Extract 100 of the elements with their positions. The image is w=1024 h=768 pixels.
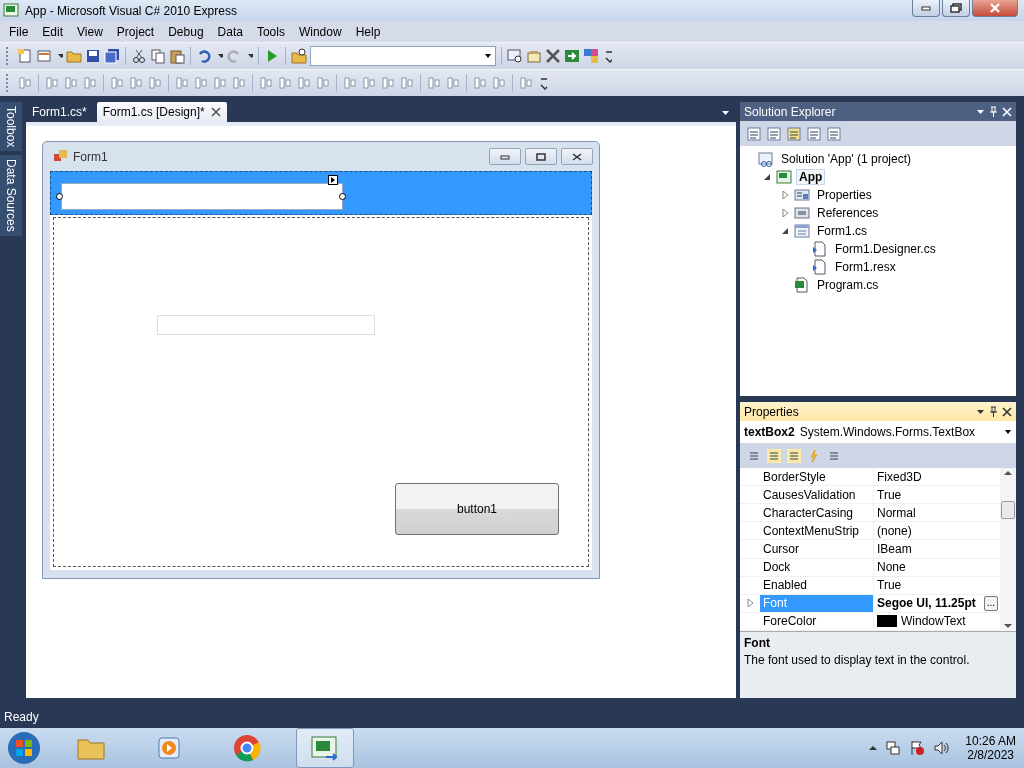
export-icon[interactable] bbox=[564, 48, 580, 64]
speaker-icon[interactable] bbox=[933, 740, 950, 756]
close-button[interactable] bbox=[972, 0, 1018, 17]
menu-item[interactable]: Help bbox=[348, 24, 388, 39]
save-all-icon[interactable] bbox=[104, 48, 120, 64]
align-icon[interactable] bbox=[193, 75, 209, 91]
scroll-down-icon[interactable] bbox=[1004, 623, 1012, 629]
caret-icon[interactable] bbox=[869, 744, 878, 752]
property-value[interactable]: (none) bbox=[877, 523, 912, 538]
menu-item[interactable]: Project bbox=[109, 24, 162, 39]
property-value[interactable]: None bbox=[877, 560, 906, 575]
find-folder-icon[interactable] bbox=[291, 48, 307, 64]
align-icon[interactable] bbox=[44, 75, 60, 91]
property-value[interactable]: IBeam bbox=[877, 542, 912, 556]
scrollbar[interactable] bbox=[1000, 468, 1016, 631]
close-icon[interactable] bbox=[1002, 406, 1012, 417]
property-name[interactable]: BorderStyle bbox=[760, 468, 874, 486]
collapsed-arrow-icon[interactable] bbox=[781, 209, 789, 217]
align-icon[interactable] bbox=[361, 75, 377, 91]
tree-item[interactable]: Form1.resx bbox=[832, 259, 899, 275]
overflow-icon[interactable] bbox=[537, 75, 547, 91]
align-icon[interactable] bbox=[174, 75, 190, 91]
collapsed-arrow-icon[interactable] bbox=[746, 599, 754, 608]
pin-icon[interactable] bbox=[989, 406, 998, 417]
align-icon[interactable] bbox=[426, 75, 442, 91]
clock-date[interactable]: 2/8/2023 bbox=[967, 748, 1014, 762]
side-tab[interactable]: Toolbox bbox=[0, 102, 22, 152]
scroll-thumb[interactable] bbox=[1001, 500, 1015, 519]
property-name[interactable]: ContextMenuStrip bbox=[760, 522, 874, 540]
tree-item[interactable]: App bbox=[796, 169, 826, 185]
menu-item[interactable]: Debug bbox=[161, 24, 211, 39]
align-icon[interactable] bbox=[380, 75, 396, 91]
property-value[interactable]: True bbox=[877, 487, 902, 502]
align-icon[interactable] bbox=[258, 75, 274, 91]
align-icon[interactable] bbox=[296, 75, 312, 91]
property-name[interactable]: CausesValidation bbox=[760, 486, 874, 504]
undo-icon[interactable] bbox=[196, 48, 212, 64]
align-icon[interactable] bbox=[17, 75, 33, 91]
menu-item[interactable]: View bbox=[70, 24, 110, 39]
resize-handle[interactable] bbox=[339, 193, 346, 200]
side-tab[interactable]: Data Sources bbox=[0, 155, 22, 237]
cut-icon[interactable] bbox=[131, 48, 147, 64]
align-icon[interactable] bbox=[399, 75, 415, 91]
ellipsis-button[interactable]: ... bbox=[983, 595, 998, 611]
expanded-arrow-icon[interactable] bbox=[781, 227, 789, 235]
save-icon[interactable] bbox=[85, 48, 101, 64]
property-name[interactable]: CharacterCasing bbox=[760, 504, 874, 522]
property-value[interactable]: Fixed3D bbox=[877, 469, 922, 484]
window-search-icon[interactable] bbox=[507, 48, 523, 64]
menu-item[interactable]: Edit bbox=[35, 24, 71, 39]
menu-item[interactable]: Window bbox=[291, 24, 349, 39]
align-icon[interactable] bbox=[277, 75, 293, 91]
dropdown-icon[interactable] bbox=[976, 107, 985, 116]
menu-item[interactable]: Data bbox=[210, 24, 250, 39]
property-value[interactable]: True bbox=[877, 578, 902, 593]
align-icon[interactable] bbox=[109, 75, 125, 91]
network-icon[interactable] bbox=[885, 740, 902, 756]
clock-time[interactable]: 10:26 AM bbox=[965, 734, 1016, 748]
smart-tag-icon[interactable] bbox=[328, 175, 338, 185]
document-tab[interactable]: Form1.cs* bbox=[26, 102, 93, 122]
property-value[interactable]: Segoe UI, 11.25pt bbox=[877, 596, 976, 611]
flag-icon[interactable] bbox=[909, 740, 926, 756]
tree-item[interactable]: Solution 'App' (1 project) bbox=[778, 151, 914, 167]
align-icon[interactable] bbox=[63, 75, 79, 91]
maximize-button[interactable] bbox=[942, 0, 970, 17]
dropdown-icon[interactable] bbox=[976, 407, 985, 416]
expanded-arrow-icon[interactable] bbox=[763, 173, 771, 181]
new-project-icon[interactable] bbox=[17, 48, 33, 64]
tree-item[interactable]: Form1.cs bbox=[814, 223, 870, 239]
taskbar-button[interactable] bbox=[296, 728, 354, 768]
solution-icon bbox=[758, 151, 774, 167]
property-value[interactable]: WindowText bbox=[901, 614, 966, 629]
align-icon[interactable] bbox=[231, 75, 247, 91]
tree-item[interactable]: Program.cs bbox=[814, 277, 882, 293]
align-icon[interactable] bbox=[147, 75, 163, 91]
menu-item[interactable]: File bbox=[2, 24, 36, 39]
tree-item[interactable]: Form1.Designer.cs bbox=[832, 241, 939, 257]
scroll-up-icon[interactable] bbox=[1004, 470, 1012, 476]
property-value[interactable]: Normal bbox=[877, 505, 916, 520]
start-button-icon[interactable] bbox=[6, 730, 42, 766]
paste-icon[interactable] bbox=[169, 48, 185, 64]
align-icon[interactable] bbox=[445, 75, 461, 91]
document-tab[interactable]: Form1.cs [Design]* bbox=[96, 102, 227, 122]
property-name[interactable]: Cursor bbox=[760, 540, 874, 558]
menu-item[interactable]: Tools bbox=[249, 24, 292, 39]
overflow-icon[interactable] bbox=[602, 48, 612, 64]
minimize-button[interactable] bbox=[912, 0, 940, 17]
align-icon[interactable] bbox=[128, 75, 144, 91]
form-button[interactable]: button1 bbox=[395, 483, 559, 535]
align-icon[interactable] bbox=[342, 75, 358, 91]
align-icon[interactable] bbox=[82, 75, 98, 91]
align-icon[interactable] bbox=[491, 75, 507, 91]
close-icon[interactable] bbox=[210, 107, 221, 117]
align-icon[interactable] bbox=[212, 75, 228, 91]
resize-handle[interactable] bbox=[56, 193, 63, 200]
collapsed-arrow-icon[interactable] bbox=[781, 191, 789, 199]
tree-item[interactable]: References bbox=[814, 205, 882, 221]
tree-item[interactable]: Properties bbox=[814, 187, 875, 203]
align-icon[interactable] bbox=[315, 75, 331, 91]
align-icon[interactable] bbox=[472, 75, 488, 91]
